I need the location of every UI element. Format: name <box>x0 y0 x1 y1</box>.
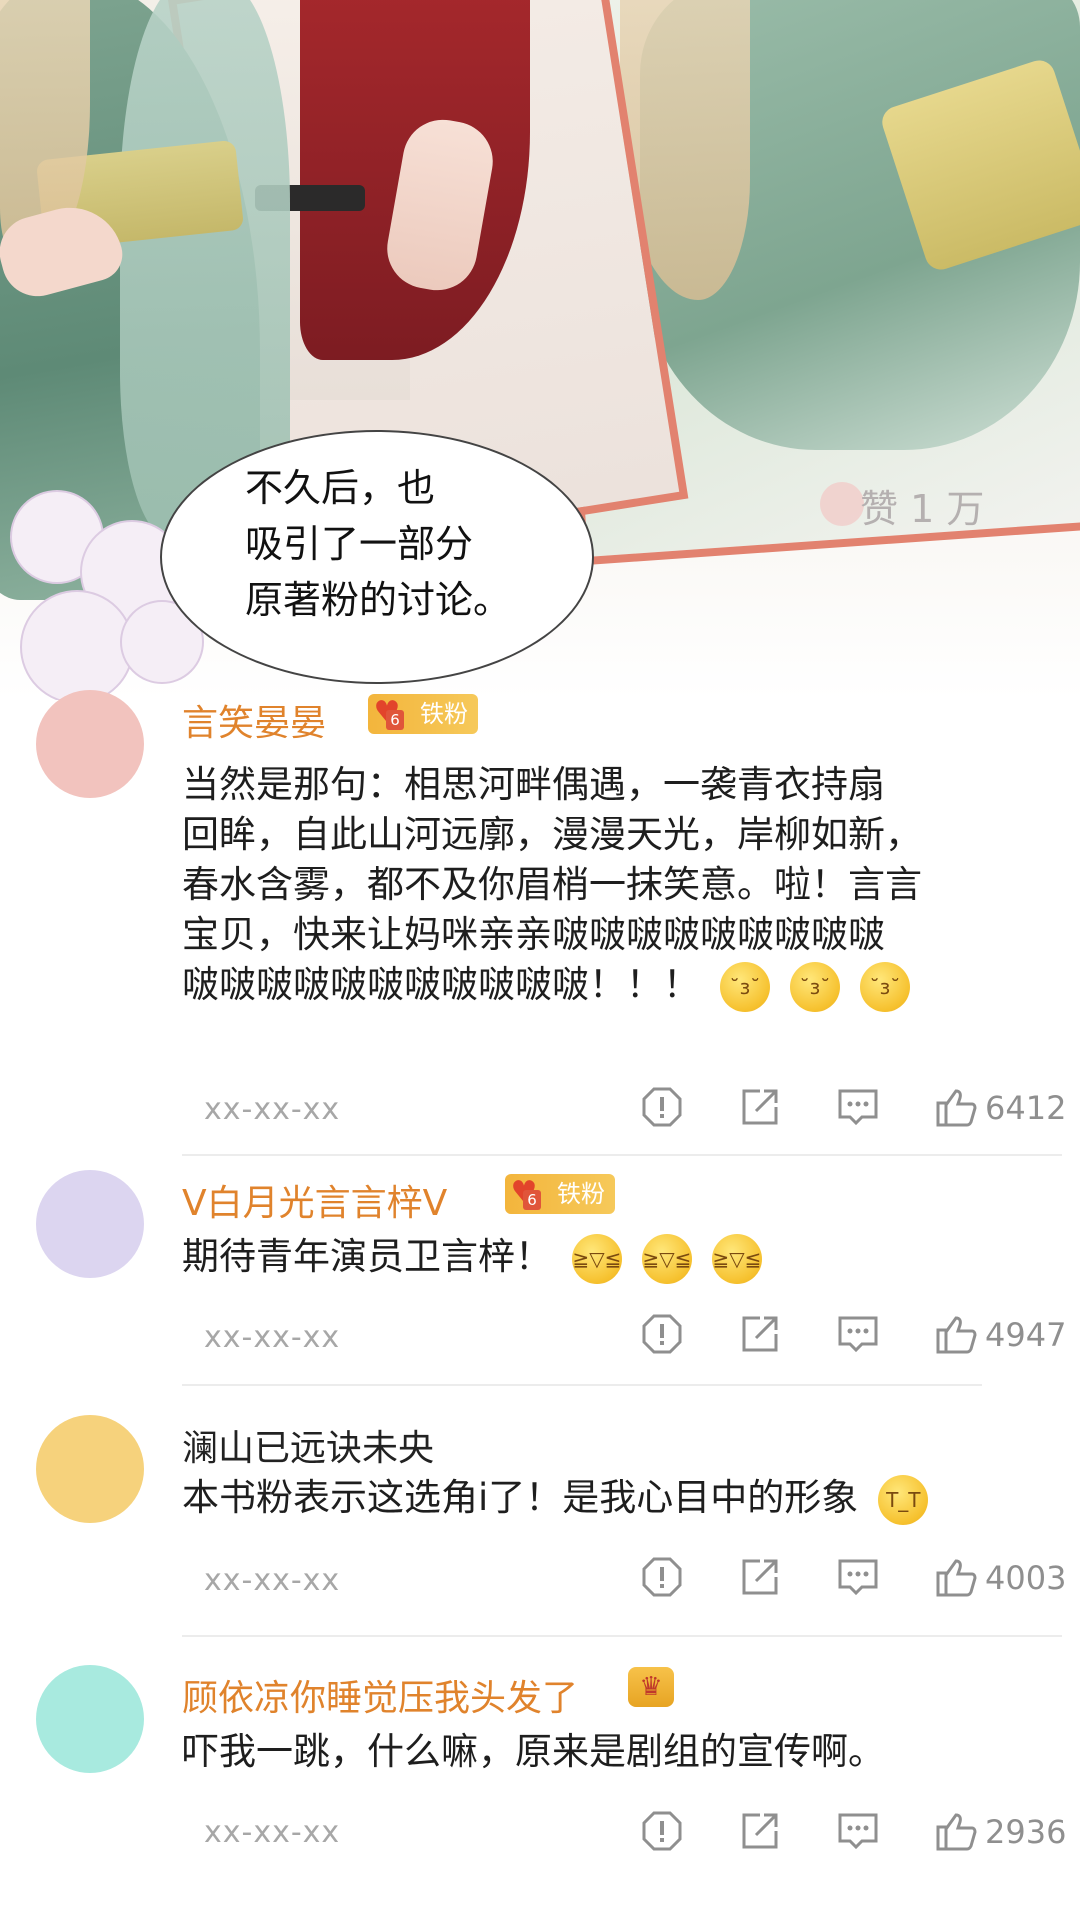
avatar[interactable] <box>36 690 144 798</box>
badge-level: 6 <box>386 710 404 730</box>
comment-actions: 4003 <box>640 1555 1066 1605</box>
avatar[interactable] <box>36 1665 144 1773</box>
cheer-emoji-icon: ≧▽≦ <box>642 1233 692 1284</box>
timestamp: xx-xx-xx <box>204 1320 341 1355</box>
timestamp: xx-xx-xx <box>204 1563 341 1598</box>
bubble-line: 不久后，也 <box>245 466 436 510</box>
comment-text: 期待青年演员卫言梓！ ≧▽≦ ≧▽≦ ≧▽≦ <box>182 1232 1032 1284</box>
timestamp: xx-xx-xx <box>204 1815 341 1850</box>
like-count: 2936 <box>985 1813 1067 1851</box>
comment-item: 顾依凉你睡觉压我头发了 ♛ 吓我一跳，什么嘛，原来是剧组的宣传啊。 xx-xx-… <box>0 1665 1080 1915</box>
share-icon[interactable] <box>738 1312 782 1356</box>
cry-emoji-icon: T_T <box>878 1474 929 1525</box>
crown-badge-icon[interactable]: ♛ <box>628 1667 674 1707</box>
comment-item: 言笑晏晏 ♥ 6 铁粉 当然是那句：相思河畔偶遇，一袭青衣持扇 回眸，自此山河远… <box>0 690 1080 1156</box>
username[interactable]: 言笑晏晏 <box>182 694 326 746</box>
bubble-line: 原著粉的讨论。 <box>245 578 512 622</box>
report-icon[interactable] <box>640 1809 684 1853</box>
comment-text-line-last: 本书粉表示这选角i了！是我心目中的形象 T_T <box>182 1473 1032 1525</box>
share-icon[interactable] <box>738 1085 782 1129</box>
fan-badge[interactable]: ♥ 6 铁粉 <box>368 694 478 734</box>
comic-panel: 赞 1 万 不久后，也 吸引了一部分 原著粉的讨论。 <box>0 0 1080 700</box>
comment-text: 当然是那句：相思河畔偶遇，一袭青衣持扇 回眸，自此山河远廓，漫漫天光，岸柳如新，… <box>182 760 1032 1012</box>
badge-label: 铁粉 <box>557 1180 605 1208</box>
thumbs-up-icon[interactable] <box>934 1312 978 1356</box>
timestamp: xx-xx-xx <box>204 1092 341 1127</box>
comment-actions: 6412 <box>640 1085 1066 1135</box>
thumbs-up-icon[interactable] <box>934 1085 978 1129</box>
comment-text-line-last: 期待青年演员卫言梓！ ≧▽≦ ≧▽≦ ≧▽≦ <box>182 1232 1032 1284</box>
comment-text: 吓我一跳，什么嘛，原来是剧组的宣传啊。 <box>182 1727 1032 1777</box>
comment-icon[interactable] <box>836 1312 880 1356</box>
comment-item: V白月光言言梓V ♥ 6 铁粉 期待青年演员卫言梓！ ≧▽≦ ≧▽≦ ≧▽≦ xx-x… <box>0 1170 1080 1390</box>
comment-text-line: 当然是那句：相思河畔偶遇，一袭青衣持扇 <box>182 763 885 806</box>
comment-text-line: 期待青年演员卫言梓！ <box>182 1235 552 1278</box>
report-icon[interactable] <box>640 1555 684 1599</box>
comment-text-line: 春水含雾，都不及你眉梢一抹笑意。啦！言言 <box>182 863 922 906</box>
fan-badge[interactable]: ♥ 6 铁粉 <box>505 1174 615 1214</box>
divider <box>182 1635 1062 1637</box>
cheer-emoji-icon: ≧▽≦ <box>712 1233 762 1284</box>
thumbs-up-icon[interactable] <box>934 1555 978 1599</box>
bubble-line: 吸引了一部分 <box>245 522 474 566</box>
ghost-like-avatar <box>820 482 864 526</box>
divider <box>182 1154 1062 1156</box>
comment-text-line: 本书粉表示这选角i了！是我心目中的形象 <box>182 1476 859 1519</box>
comment-actions: 4947 <box>640 1312 1066 1362</box>
like-count: 6412 <box>985 1089 1067 1127</box>
comment-icon[interactable] <box>836 1085 880 1129</box>
comment-text-line: 宝贝，快来让妈咪亲亲啵啵啵啵啵啵啵啵啵 <box>182 913 885 956</box>
kiss-emoji-icon: ˘з˘ <box>790 961 840 1012</box>
username[interactable]: V白月光言言梓V <box>182 1174 447 1226</box>
like-count: 4947 <box>985 1316 1067 1354</box>
avatar[interactable] <box>36 1415 144 1523</box>
comment-icon[interactable] <box>836 1809 880 1853</box>
username[interactable]: 顾依凉你睡觉压我头发了 <box>182 1669 578 1721</box>
comment-text-line: 啵啵啵啵啵啵啵啵啵啵啵！！！ <box>182 963 700 1006</box>
speech-bubble-text: 不久后，也 吸引了一部分 原著粉的讨论。 <box>245 460 565 628</box>
badge-level: 6 <box>523 1190 541 1210</box>
cheer-emoji-icon: ≧▽≦ <box>572 1233 622 1284</box>
comment-text-line-last: 啵啵啵啵啵啵啵啵啵啵啵！！！ ˘з˘ ˘з˘ ˘з˘ <box>182 960 1032 1012</box>
comment-text: 本书粉表示这选角i了！是我心目中的形象 T_T <box>182 1473 1032 1525</box>
report-icon[interactable] <box>640 1312 684 1356</box>
kiss-emoji-icon: ˘з˘ <box>860 961 910 1012</box>
badge-label: 铁粉 <box>420 700 468 728</box>
username[interactable]: 澜山已远诀未央 <box>182 1419 434 1471</box>
report-icon[interactable] <box>640 1085 684 1129</box>
share-icon[interactable] <box>738 1555 782 1599</box>
comment-item: 澜山已远诀未央 本书粉表示这选角i了！是我心目中的形象 T_T xx-xx-xx … <box>0 1415 1080 1645</box>
ghost-like-label: 赞 1 万 <box>860 487 985 531</box>
kiss-emoji-icon: ˘з˘ <box>720 961 770 1012</box>
thumbs-up-icon[interactable] <box>934 1809 978 1853</box>
comment-actions: 2936 <box>640 1809 1066 1859</box>
avatar[interactable] <box>36 1170 144 1278</box>
like-count: 4003 <box>985 1559 1067 1597</box>
divider <box>182 1384 982 1386</box>
comment-icon[interactable] <box>836 1555 880 1599</box>
share-icon[interactable] <box>738 1809 782 1853</box>
comment-text-line: 回眸，自此山河远廓，漫漫天光，岸柳如新， <box>182 813 922 856</box>
comment-text-line: 吓我一跳，什么嘛，原来是剧组的宣传啊。 <box>182 1730 885 1773</box>
